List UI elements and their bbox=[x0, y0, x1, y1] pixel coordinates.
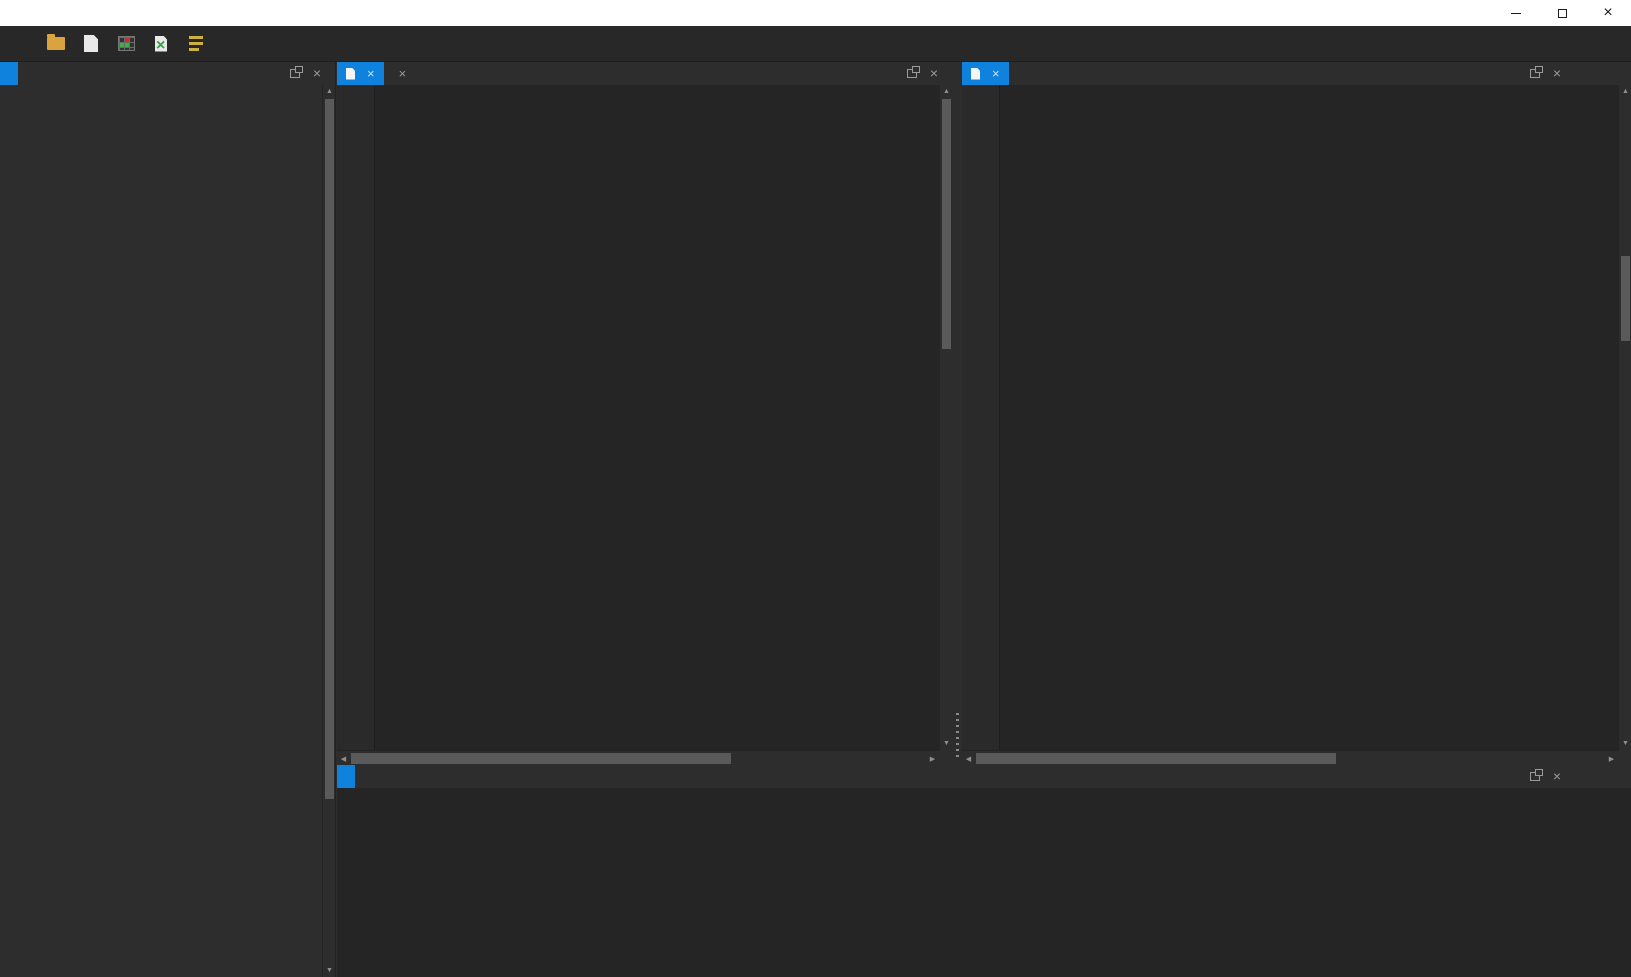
list-icon[interactable] bbox=[183, 31, 209, 57]
editor-left-hscroll[interactable] bbox=[337, 750, 939, 765]
editor-right-surface bbox=[962, 85, 1618, 750]
scroll-thumb[interactable] bbox=[1621, 256, 1630, 341]
editor-right-hscroll[interactable] bbox=[962, 750, 1618, 765]
scroll-left-icon[interactable] bbox=[337, 751, 350, 766]
document-icon bbox=[971, 68, 980, 80]
script-glyph bbox=[154, 35, 168, 53]
scroll-left-icon[interactable] bbox=[962, 751, 975, 766]
output-tabbar bbox=[337, 765, 1631, 788]
tab-playerloaded[interactable] bbox=[384, 62, 416, 85]
window-close-button[interactable] bbox=[1585, 0, 1631, 26]
page-glyph bbox=[84, 35, 98, 52]
script-icon[interactable] bbox=[148, 31, 174, 57]
toolbar bbox=[0, 26, 1631, 62]
explorer-vscroll[interactable] bbox=[322, 85, 335, 977]
float-panel-icon[interactable] bbox=[1530, 69, 1540, 78]
titlebar bbox=[0, 0, 1631, 26]
window-maximize-button[interactable] bbox=[1539, 0, 1585, 26]
close-tab-icon[interactable] bbox=[992, 67, 1000, 81]
close-panel-icon[interactable] bbox=[1553, 65, 1561, 83]
editor-splitter[interactable] bbox=[952, 62, 962, 765]
output-panel bbox=[337, 765, 1631, 977]
list-glyph bbox=[189, 36, 203, 51]
close-tab-icon[interactable] bbox=[367, 67, 375, 81]
tab-output[interactable] bbox=[337, 765, 355, 788]
editor-right-gutter bbox=[962, 85, 1000, 750]
maximize-icon bbox=[1558, 9, 1567, 18]
tab-trigger-explorer[interactable] bbox=[0, 62, 18, 85]
grid-glyph bbox=[118, 36, 135, 51]
window-minimize-button[interactable] bbox=[1493, 0, 1539, 26]
editor-left-surface bbox=[337, 85, 939, 750]
editor-panel-left bbox=[337, 62, 952, 765]
output-content[interactable] bbox=[337, 788, 1631, 977]
editor-right-tabbar bbox=[962, 62, 1631, 85]
scroll-thumb[interactable] bbox=[351, 753, 731, 764]
folder-glyph bbox=[47, 37, 65, 50]
editor-left-tabbar bbox=[337, 62, 952, 85]
editor-left-gutter bbox=[337, 85, 375, 750]
float-panel-icon[interactable] bbox=[1530, 772, 1540, 781]
explorer-tabbar bbox=[0, 62, 335, 85]
new-document-icon[interactable] bbox=[78, 31, 104, 57]
close-tab-icon[interactable] bbox=[399, 67, 407, 81]
editor-left-code[interactable] bbox=[375, 85, 939, 750]
trigger-explorer-panel bbox=[0, 62, 336, 977]
tab-save[interactable] bbox=[337, 62, 384, 85]
close-icon bbox=[1603, 4, 1612, 22]
scroll-right-icon[interactable] bbox=[926, 751, 939, 766]
editor-right-code[interactable] bbox=[1000, 85, 1618, 750]
minimize-icon bbox=[1511, 13, 1521, 14]
scroll-up-icon[interactable] bbox=[323, 85, 336, 98]
scroll-down-icon[interactable] bbox=[323, 964, 336, 977]
close-panel-icon[interactable] bbox=[1553, 768, 1561, 786]
float-panel-icon[interactable] bbox=[290, 69, 300, 78]
trigger-tree[interactable] bbox=[0, 85, 322, 977]
tab-load[interactable] bbox=[962, 62, 1009, 85]
scroll-thumb[interactable] bbox=[976, 753, 1336, 764]
scroll-thumb[interactable] bbox=[942, 99, 951, 349]
close-panel-icon[interactable] bbox=[930, 65, 938, 83]
scroll-right-icon[interactable] bbox=[1605, 751, 1618, 766]
document-icon bbox=[346, 68, 355, 80]
app-logo-icon[interactable] bbox=[8, 31, 34, 57]
scroll-up-icon[interactable] bbox=[1619, 85, 1631, 98]
grid-icon[interactable] bbox=[113, 31, 139, 57]
scroll-thumb[interactable] bbox=[325, 99, 334, 799]
editor-panel-right bbox=[962, 62, 1631, 765]
editor-right-vscroll[interactable] bbox=[1618, 85, 1631, 750]
scroll-down-icon[interactable] bbox=[1619, 737, 1631, 750]
editor-left-vscroll[interactable] bbox=[939, 85, 952, 750]
folder-icon[interactable] bbox=[43, 31, 69, 57]
float-panel-icon[interactable] bbox=[907, 69, 917, 78]
close-panel-icon[interactable] bbox=[313, 65, 321, 83]
